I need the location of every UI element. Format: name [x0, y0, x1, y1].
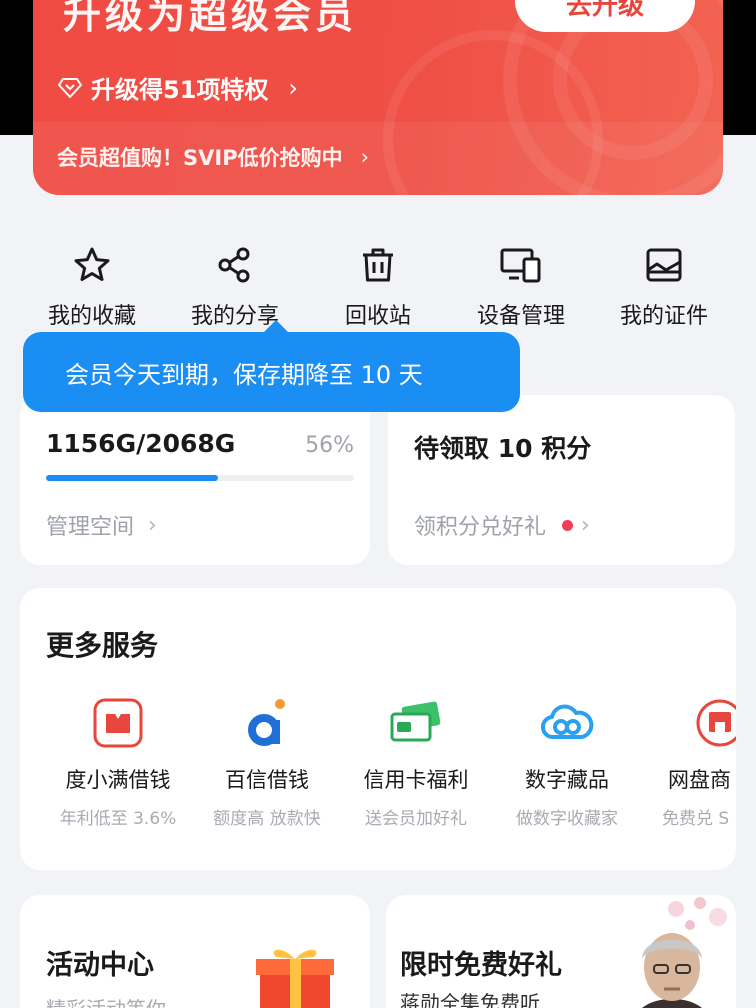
quick-action-label: 设备管理	[476, 304, 565, 329]
service-digital-collectibles[interactable]: 数字藏品 做数字收藏家	[487, 696, 647, 829]
vip-privileges-link[interactable]: 升级得51项特权 ›	[57, 70, 298, 105]
service-name: 信用卡福利	[363, 768, 469, 792]
free-gift-title: 限时免费好礼	[400, 950, 562, 981]
manage-space-link[interactable]: 管理空间 ›	[46, 509, 157, 541]
redeem-points-label: 领积分兑好礼	[414, 515, 547, 540]
chevron-right-icon: ›	[360, 145, 369, 169]
storage-usage: 1156G/2068G	[46, 429, 236, 458]
service-subtitle: 年利低至 3.6%	[59, 809, 177, 829]
storage-percent: 56%	[305, 433, 354, 458]
trash-icon	[363, 248, 393, 282]
service-subtitle: 做数字收藏家	[516, 809, 618, 829]
gift-box-icon	[256, 949, 334, 1008]
services-heading: 更多服务	[46, 629, 159, 662]
du-xiaoman-icon	[93, 698, 143, 748]
free-gift-subtitle: 蒋勋全集免费听	[400, 991, 540, 1008]
redeem-points-link[interactable]: 领积分兑好礼 ›	[414, 509, 590, 541]
service-netdisk-store[interactable]: 网盘商 免费兑 S	[640, 696, 736, 829]
vip-promo-text: 会员超值购！SVIP低价抢购中	[57, 146, 343, 170]
more-services-card: 更多服务 度小满借钱 年利低至 3.6% 百信借钱 额度高 放款快 信用卡福利 …	[20, 588, 736, 870]
service-baixin[interactable]: 百信借钱 额度高 放款快	[187, 696, 347, 829]
activity-title: 活动中心	[46, 950, 154, 981]
service-name: 度小满借钱	[65, 768, 171, 792]
membership-expiry-tooltip[interactable]: 会员今天到期，保存期降至 10 天	[23, 320, 520, 412]
author-portrait	[642, 933, 702, 1008]
devices-icon	[500, 248, 541, 283]
baixin-icon	[248, 699, 285, 746]
service-name: 百信借钱	[225, 768, 309, 792]
chevron-right-icon: ›	[581, 512, 590, 538]
cloud-icon	[541, 704, 594, 740]
quick-action-recycle-bin[interactable]: 回收站	[308, 240, 448, 330]
activity-center-card[interactable]: 活动中心 精彩活动等你	[20, 895, 370, 1008]
vip-promo-link[interactable]: 会员超值购！SVIP低价抢购中 ›	[57, 142, 369, 172]
chevron-right-icon: ›	[288, 73, 299, 102]
credit-card-icon	[390, 701, 441, 742]
star-icon	[74, 247, 110, 281]
vip-privileges-text: 升级得51项特权	[91, 76, 269, 104]
free-gift-card[interactable]: 限时免费好礼 蒋勋全集免费听	[386, 895, 736, 1008]
quick-action-id-cards[interactable]: 我的证件	[594, 240, 734, 330]
notification-dot	[562, 519, 574, 531]
activity-subtitle: 精彩活动等你	[46, 993, 166, 1008]
manage-space-label: 管理空间	[46, 515, 135, 540]
quick-action-label: 我的证件	[619, 304, 708, 329]
storage-progress-fill	[46, 475, 219, 481]
service-subtitle: 免费兑 S	[662, 809, 730, 829]
service-subtitle: 额度高 放款快	[213, 809, 321, 829]
store-icon	[696, 699, 736, 747]
service-subtitle: 送会员加好礼	[365, 809, 467, 829]
share-icon	[218, 247, 250, 283]
diamond-icon	[58, 77, 82, 98]
storage-card[interactable]: 1156G/2068G 56% 管理空间 ›	[20, 395, 370, 565]
service-credit-card[interactable]: 信用卡福利 送会员加好礼	[336, 696, 496, 829]
service-name: 数字藏品	[525, 768, 609, 792]
upgrade-button[interactable]: 去升级	[515, 0, 695, 32]
id-card-icon	[646, 248, 682, 282]
quick-action-shares[interactable]: 我的分享	[165, 240, 305, 330]
service-name: 网盘商	[668, 768, 731, 792]
quick-action-favorites[interactable]: 我的收藏	[22, 240, 162, 330]
vip-title: 升级为超级会员	[63, 0, 358, 37]
quick-action-label: 我的收藏	[47, 304, 136, 329]
points-title: 待领取 10 积分	[414, 434, 592, 463]
quick-action-label: 回收站	[344, 304, 411, 329]
quick-action-devices[interactable]: 设备管理	[451, 240, 591, 330]
vip-upgrade-card[interactable]: 升级为超级会员 去升级 升级得51项特权 › 会员超值购！SVIP低价抢购中 ›	[33, 0, 723, 195]
storage-progress-bar	[46, 475, 354, 481]
chevron-right-icon: ›	[148, 512, 157, 538]
service-du-xiaoman[interactable]: 度小满借钱 年利低至 3.6%	[38, 696, 198, 829]
points-card[interactable]: 待领取 10 积分 领积分兑好礼 ›	[388, 395, 735, 565]
